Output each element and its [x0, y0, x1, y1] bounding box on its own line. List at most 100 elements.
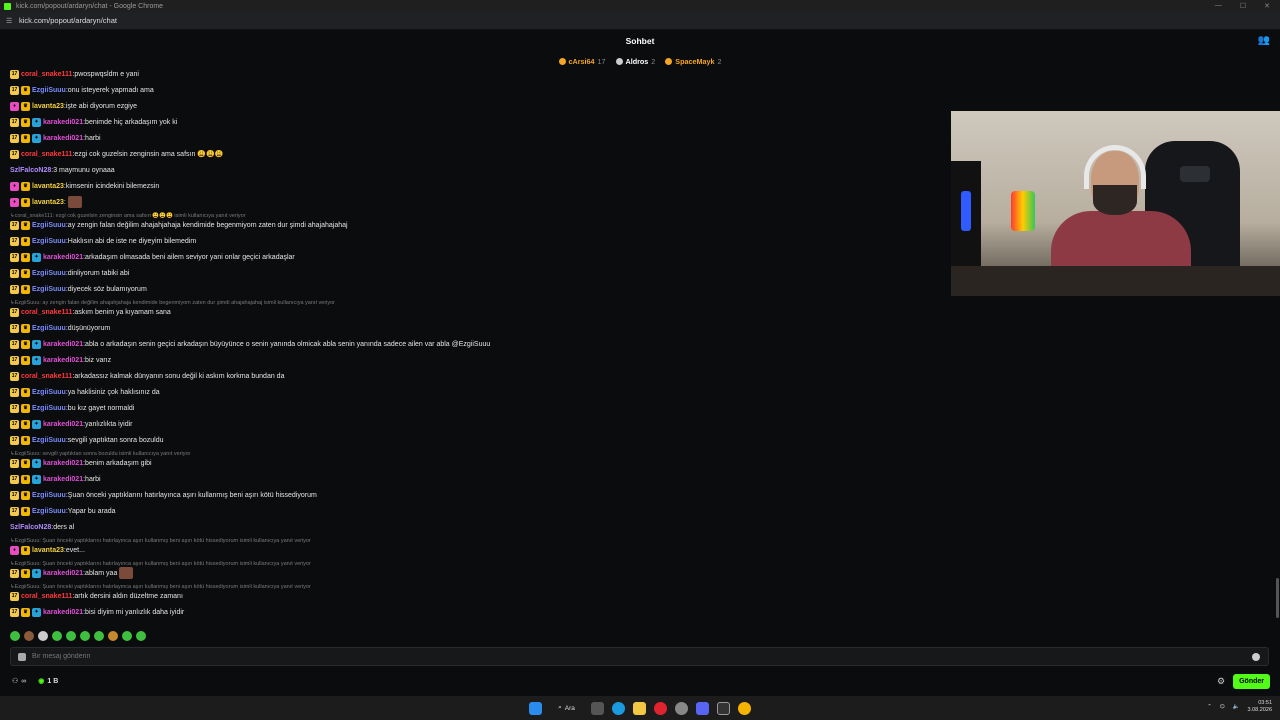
sub-badge-icon[interactable]: 17 — [10, 284, 19, 294]
address-bar[interactable]: ☰ kick.com/popout/ardaryn/chat — [0, 12, 1280, 30]
username[interactable]: EzgiiSuuu — [32, 286, 66, 293]
username[interactable]: karakedi021 — [43, 119, 83, 126]
crown-badge-icon[interactable]: ♛ — [21, 220, 30, 230]
chat-message[interactable]: ♦ ♛ lavanta23: evet... — [0, 542, 950, 558]
chat-message[interactable]: 17 coral_snake111: artık dersini aldın dü… — [0, 588, 950, 604]
chat-message[interactable]: 17 coral_snake111: pwospwqsldm e yani — [0, 66, 950, 82]
sub-badge-icon[interactable]: 17 — [10, 371, 19, 381]
username[interactable]: coral_snake111 — [21, 71, 72, 78]
chat-message[interactable]: 17 ♛ EzgiiSuuu: ya haklisiniz çok haklısın… — [0, 384, 950, 400]
star-badge-icon[interactable]: ✦ — [32, 607, 41, 617]
star-badge-icon[interactable]: ✦ — [32, 419, 41, 429]
chat-message[interactable]: 17 ♛ EzgiiSuuu: ay zengin falan değilim ah… — [0, 217, 950, 233]
crown-badge-icon[interactable]: ♛ — [21, 474, 30, 484]
minimize-icon[interactable]: — — [1215, 2, 1222, 10]
chat-message[interactable]: 17 ♛ ✦ karakedi021: bisi diyim mi yanlızlık… — [0, 604, 950, 620]
chat-input-box[interactable] — [10, 647, 1269, 666]
chat-message[interactable]: 17 coral_snake111: arkadassız kalmak düny… — [0, 368, 950, 384]
chat-message[interactable]: ♦ ♛ lavanta23: kimsenin icindekini bilemez… — [0, 178, 950, 194]
crown-badge-icon[interactable]: ♛ — [21, 355, 30, 365]
edge-icon[interactable] — [611, 701, 625, 715]
chat-message[interactable]: 17 ♛ ✦ karakedi021: benimde hiç arkadaşım y… — [0, 114, 950, 130]
username[interactable]: coral_snake111 — [21, 373, 72, 380]
app-icon[interactable] — [716, 701, 730, 715]
star-badge-icon[interactable]: ✦ — [32, 252, 41, 262]
emoji-picker-icon[interactable] — [1252, 652, 1260, 661]
vip-badge-icon[interactable]: ♦ — [10, 197, 19, 207]
crown-badge-icon[interactable]: ♛ — [21, 387, 30, 397]
crown-badge-icon[interactable]: ♛ — [21, 458, 30, 468]
username[interactable]: SzlFalcoN28 — [10, 524, 51, 531]
chat-message[interactable]: 17 ♛ ✦ karakedi021: arkadaşım olmasada beni… — [0, 249, 950, 265]
close-icon[interactable]: ✕ — [1264, 2, 1270, 10]
chat-message[interactable]: 17 ♛ EzgiiSuuu: sevgili yaptıktan sonra bo… — [0, 432, 950, 448]
chat-message[interactable]: 17 ♛ EzgiiSuuu: onu isteyerek yapmadı ama — [0, 82, 950, 98]
sub-badge-icon[interactable]: 17 — [10, 607, 19, 617]
crown-badge-icon[interactable]: ♛ — [21, 568, 30, 578]
username[interactable]: EzgiiSuuu — [32, 325, 66, 332]
crown-badge-icon[interactable]: ♛ — [21, 117, 30, 127]
username[interactable]: karakedi021 — [43, 460, 83, 467]
quick-emote-icon[interactable] — [38, 631, 48, 641]
username[interactable]: EzgiiSuuu — [32, 405, 66, 412]
sub-badge-icon[interactable]: 17 — [10, 85, 19, 95]
sub-badge-icon[interactable]: 17 — [10, 323, 19, 333]
chat-message[interactable]: 17 ♛ EzgiiSuuu: dinliyorum tabiki abi — [0, 265, 950, 281]
send-button[interactable]: Gönder — [1233, 673, 1270, 689]
sub-badge-icon[interactable]: 17 — [10, 490, 19, 500]
crown-badge-icon[interactable]: ♛ — [21, 607, 30, 617]
username[interactable]: lavanta23 — [32, 547, 64, 554]
sub-badge-icon[interactable]: 17 — [10, 591, 19, 601]
top-gifter[interactable]: SpaceMayk 2 — [665, 57, 721, 66]
star-badge-icon[interactable]: ✦ — [32, 458, 41, 468]
quick-emote-icon[interactable] — [24, 631, 34, 641]
sub-badge-icon[interactable]: 17 — [10, 220, 19, 230]
username[interactable]: coral_snake111 — [21, 309, 72, 316]
obs-icon[interactable] — [674, 701, 688, 715]
crown-badge-icon[interactable]: ♛ — [21, 268, 30, 278]
network-icon[interactable]: ⌬ — [1220, 704, 1225, 710]
vip-badge-icon[interactable]: ♦ — [10, 181, 19, 191]
username[interactable]: karakedi021 — [43, 421, 83, 428]
chrome-icon[interactable] — [737, 701, 751, 715]
chat-message[interactable]: 17 ♛ EzgiiSuuu: bu kız gayet normaldi — [0, 400, 950, 416]
sub-badge-icon[interactable]: 17 — [10, 252, 19, 262]
sub-badge-icon[interactable]: 17 — [10, 435, 19, 445]
quick-emote-icon[interactable] — [94, 631, 104, 641]
top-gifter[interactable]: cArsi64 17 — [558, 57, 606, 66]
site-settings-icon[interactable]: ☰ — [6, 17, 14, 25]
crown-badge-icon[interactable]: ♛ — [21, 506, 30, 516]
crown-badge-icon[interactable]: ♛ — [21, 252, 30, 262]
username[interactable]: karakedi021 — [43, 341, 83, 348]
username[interactable]: EzgiiSuuu — [32, 389, 66, 396]
crown-badge-icon[interactable]: ♛ — [21, 197, 30, 207]
crown-badge-icon[interactable]: ♛ — [21, 339, 30, 349]
sub-badge-icon[interactable]: 17 — [10, 474, 19, 484]
crown-badge-icon[interactable]: ♛ — [21, 85, 30, 95]
scrollbar[interactable] — [1276, 578, 1279, 618]
crown-badge-icon[interactable]: ♛ — [21, 284, 30, 294]
username[interactable]: karakedi021 — [43, 254, 83, 261]
star-badge-icon[interactable]: ✦ — [32, 474, 41, 484]
vip-badge-icon[interactable]: ♦ — [10, 545, 19, 555]
crown-badge-icon[interactable]: ♛ — [21, 403, 30, 413]
username[interactable]: EzgiiSuuu — [32, 492, 66, 499]
star-badge-icon[interactable]: ✦ — [32, 117, 41, 127]
username[interactable]: karakedi021 — [43, 570, 83, 577]
discord-icon[interactable] — [695, 701, 709, 715]
crown-badge-icon[interactable]: ♛ — [21, 101, 30, 111]
sub-badge-icon[interactable]: 17 — [10, 117, 19, 127]
star-badge-icon[interactable]: ✦ — [32, 355, 41, 365]
sub-badge-icon[interactable]: 17 — [10, 419, 19, 429]
sub-badge-icon[interactable]: 17 — [10, 149, 19, 159]
chat-message[interactable]: 17 ♛ EzgiiSuuu: diyecek söz bulamıyorum — [0, 281, 950, 297]
chat-message[interactable]: SzlFalcoN28: 3 maymunu oynaaa — [0, 162, 950, 178]
sub-badge-icon[interactable]: 17 — [10, 339, 19, 349]
crown-badge-icon[interactable]: ♛ — [21, 545, 30, 555]
crown-badge-icon[interactable]: ♛ — [21, 490, 30, 500]
chat-message[interactable]: 17 ♛ EzgiiSuuu: Yapar bu arada — [0, 503, 950, 519]
chat-message[interactable]: 17 ♛ ✦ karakedi021: biz varız — [0, 352, 950, 368]
chevron-up-icon[interactable]: ⌃ — [1207, 704, 1212, 710]
message-input[interactable] — [32, 653, 1252, 660]
crown-badge-icon[interactable]: ♛ — [21, 236, 30, 246]
